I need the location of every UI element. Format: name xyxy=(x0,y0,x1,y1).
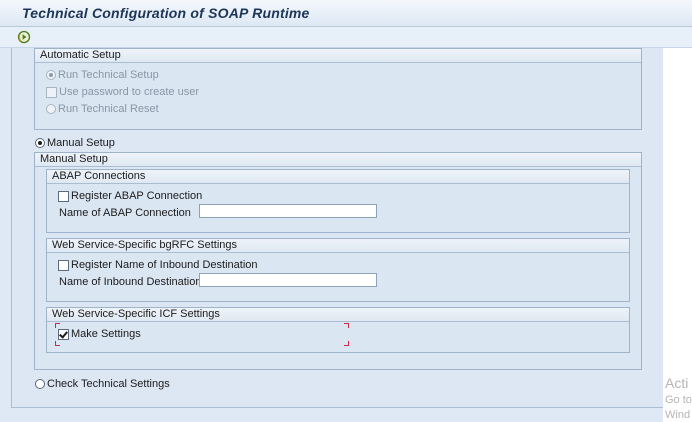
group-header: Automatic Setup xyxy=(35,49,641,63)
group-header: Web Service-Specific bgRFC Settings xyxy=(47,239,629,253)
register-inbound-destination-option[interactable]: Register Name of Inbound Destination xyxy=(58,259,258,271)
abap-connection-name-label: Name of ABAP Connection xyxy=(59,207,191,219)
application-toolbar xyxy=(0,27,692,48)
main-panel: Automatic Setup Run Technical Setup Use … xyxy=(11,48,664,408)
focus-corner-top-left xyxy=(55,323,60,328)
manual-setup-option[interactable]: Manual Setup xyxy=(35,137,115,149)
focus-corner-bottom-left xyxy=(55,341,60,346)
make-settings-checkbox[interactable] xyxy=(58,328,69,340)
automatic-setup-group: Automatic Setup Run Technical Setup Use … xyxy=(34,48,642,130)
check-technical-settings-option[interactable]: Check Technical Settings xyxy=(35,378,170,390)
run-technical-reset-label: Run Technical Reset xyxy=(58,103,159,115)
inbound-destination-name-input[interactable] xyxy=(199,273,377,287)
run-technical-reset-option[interactable]: Run Technical Reset xyxy=(46,103,159,115)
group-header: Web Service-Specific ICF Settings xyxy=(47,308,629,322)
use-password-label: Use password to create user xyxy=(59,86,200,98)
register-inbound-destination-label: Register Name of Inbound Destination xyxy=(71,259,258,271)
manual-setup-radio-label: Manual Setup xyxy=(47,137,115,149)
use-password-checkbox[interactable] xyxy=(46,86,57,98)
abap-connection-name-input[interactable] xyxy=(199,204,377,218)
bgrfc-settings-group: Web Service-Specific bgRFC Settings Regi… xyxy=(46,238,630,302)
group-header: Manual Setup xyxy=(35,153,641,167)
run-technical-reset-radio[interactable] xyxy=(46,104,56,114)
register-abap-connection-option[interactable]: Register ABAP Connection xyxy=(58,190,202,202)
page-title: Technical Configuration of SOAP Runtime xyxy=(22,5,310,21)
focus-corner-top-right xyxy=(344,323,349,328)
use-password-option[interactable]: Use password to create user xyxy=(46,86,199,98)
register-abap-connection-checkbox[interactable] xyxy=(58,190,69,202)
icf-settings-group: Web Service-Specific ICF Settings Make S… xyxy=(46,307,630,353)
make-settings-label: Make Settings xyxy=(71,328,141,340)
activation-watermark-line3: Wind xyxy=(665,409,691,421)
abap-connections-group: ABAP Connections Register ABAP Connectio… xyxy=(46,169,630,233)
inbound-destination-name-label: Name of Inbound Destination xyxy=(59,276,202,288)
focus-corner-bottom-right xyxy=(344,341,349,346)
check-technical-settings-label: Check Technical Settings xyxy=(47,378,170,390)
execute-icon[interactable] xyxy=(17,30,31,44)
manual-setup-radio[interactable] xyxy=(35,138,45,148)
right-blank-area xyxy=(663,48,692,422)
check-technical-settings-radio[interactable] xyxy=(35,379,45,389)
run-technical-setup-option[interactable]: Run Technical Setup xyxy=(46,69,159,81)
activation-watermark-line1: Acti xyxy=(665,375,689,391)
make-settings-option[interactable]: Make Settings xyxy=(58,328,141,340)
manual-setup-group: Manual Setup ABAP Connections Register A… xyxy=(34,152,642,370)
run-technical-setup-radio[interactable] xyxy=(46,70,56,80)
register-inbound-destination-checkbox[interactable] xyxy=(58,259,69,271)
group-header: ABAP Connections xyxy=(47,170,629,184)
title-bar: Technical Configuration of SOAP Runtime xyxy=(0,0,692,27)
register-abap-connection-label: Register ABAP Connection xyxy=(71,190,203,202)
run-technical-setup-label: Run Technical Setup xyxy=(58,69,159,81)
activation-watermark-line2: Go to xyxy=(665,394,692,406)
